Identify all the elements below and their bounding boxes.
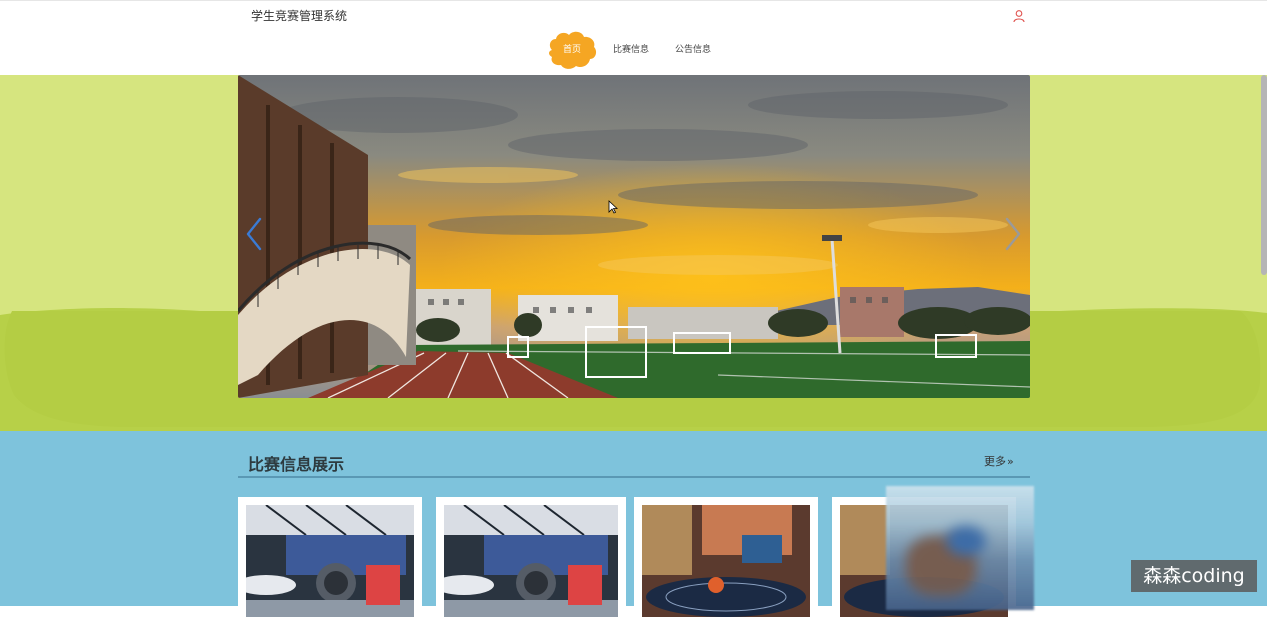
card-image bbox=[444, 505, 618, 617]
site-title: 学生竞赛管理系统 bbox=[251, 9, 348, 23]
section-divider bbox=[238, 476, 1030, 478]
match-card[interactable] bbox=[634, 497, 818, 617]
double-chevron-right-icon: » bbox=[1007, 455, 1014, 468]
carousel-slide bbox=[238, 75, 1030, 398]
card-image bbox=[246, 505, 414, 617]
page-scrollbar[interactable] bbox=[1261, 75, 1267, 275]
campus-sunset-photo bbox=[238, 75, 1030, 398]
nav-item-notices[interactable]: 公告信息 bbox=[675, 29, 711, 71]
top-header: 学生竞赛管理系统 首页 比赛信息 公告信息 bbox=[0, 0, 1267, 75]
mouse-cursor-icon bbox=[608, 200, 618, 214]
carousel-prev-button[interactable] bbox=[242, 215, 264, 253]
user-icon[interactable] bbox=[1012, 9, 1026, 23]
section-title: 比赛信息展示 bbox=[248, 455, 345, 474]
more-link[interactable]: 更多» bbox=[984, 453, 1014, 469]
match-card[interactable] bbox=[436, 497, 626, 617]
hero-banner bbox=[0, 75, 1267, 431]
watermark: 森森coding bbox=[1131, 560, 1257, 592]
nav-item-home[interactable]: 首页 bbox=[546, 29, 598, 71]
more-label: 更多 bbox=[984, 455, 1006, 468]
nav-home-label: 首页 bbox=[562, 45, 581, 55]
carousel-next-button[interactable] bbox=[1003, 215, 1025, 253]
blurred-video-overlay bbox=[886, 486, 1034, 610]
card-image bbox=[642, 505, 810, 617]
match-card[interactable] bbox=[238, 497, 422, 617]
matches-section: 比赛信息展示 更多» bbox=[0, 431, 1267, 617]
nav-item-matches[interactable]: 比赛信息 bbox=[613, 29, 649, 71]
